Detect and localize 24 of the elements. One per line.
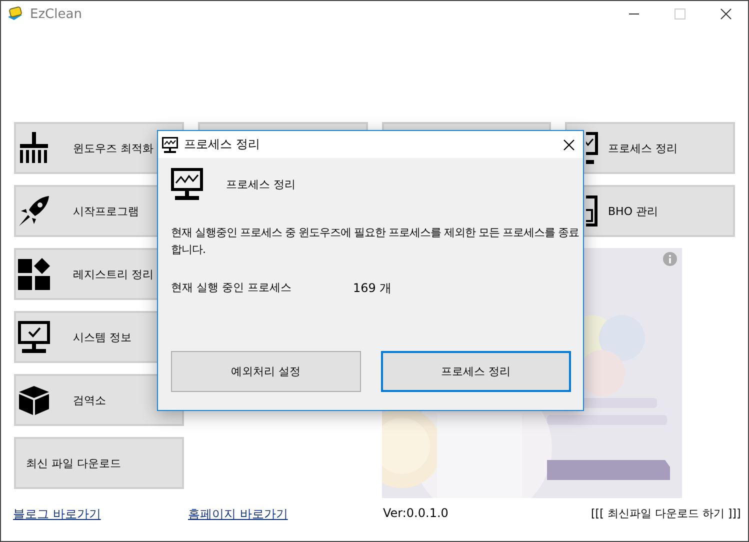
link[interactable]: 홈페이지 바로가기: [188, 506, 288, 523]
close-icon[interactable]: [720, 8, 732, 20]
dialog-heading: 프로세스 정리: [226, 176, 296, 192]
dialog-button[interactable]: 예외처리 설정: [171, 351, 361, 392]
rocket-icon: [18, 195, 50, 227]
broom-icon: [18, 132, 50, 164]
process-count-value: 169 개: [353, 280, 392, 297]
window-title: EzClean: [30, 6, 82, 22]
monitor-chart-icon: [162, 136, 178, 152]
monitor-check-icon: [18, 321, 50, 353]
dialog-title: 프로세스 정리: [184, 136, 260, 153]
box-icon: [18, 384, 50, 416]
dialog-button[interactable]: 프로세스 정리: [380, 351, 571, 392]
window-frame-icon: [586, 195, 598, 227]
version-text: Ver:0.0.1.0: [383, 506, 448, 520]
monitor-icon: [586, 132, 598, 164]
link[interactable]: 블로그 바로가기: [13, 506, 101, 523]
monitor-chart-icon: [171, 168, 203, 200]
sponge-icon: [6, 5, 24, 23]
menu-tile[interactable]: 프로세스 정리: [565, 122, 735, 174]
close-icon[interactable]: [563, 138, 575, 150]
menu-tile[interactable]: 최신 파일 다운로드: [14, 437, 184, 489]
download-link[interactable]: [[[ 최신파일 다운로드 하기 ]]]: [591, 506, 741, 521]
blocks-icon: [18, 258, 50, 290]
